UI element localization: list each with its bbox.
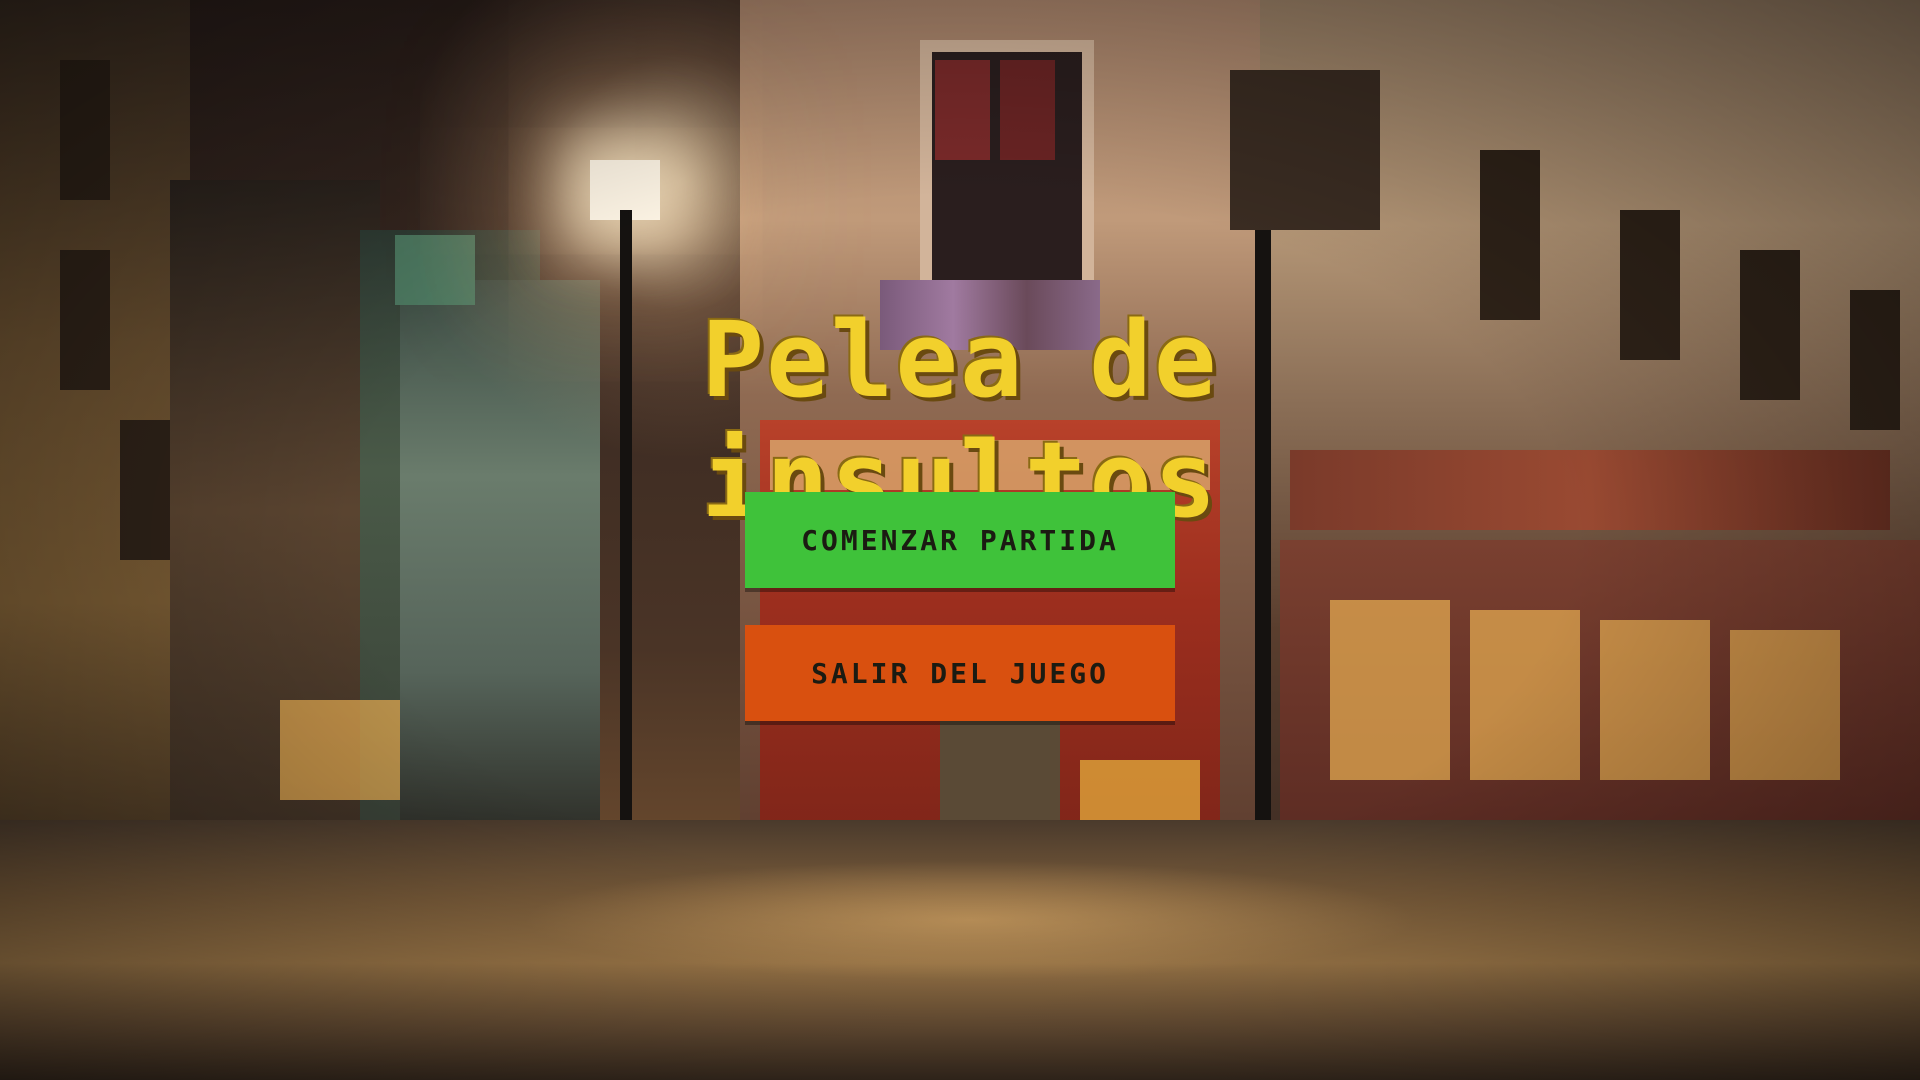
main-menu: Pelea de insultos COMENZAR PARTIDA SALIR… — [0, 0, 1920, 1080]
exit-game-button[interactable]: SALIR DEL JUEGO — [745, 625, 1175, 721]
start-game-button[interactable]: COMENZAR PARTIDA — [745, 492, 1175, 588]
game-screen: Pelea de insultos COMENZAR PARTIDA SALIR… — [0, 0, 1920, 1080]
